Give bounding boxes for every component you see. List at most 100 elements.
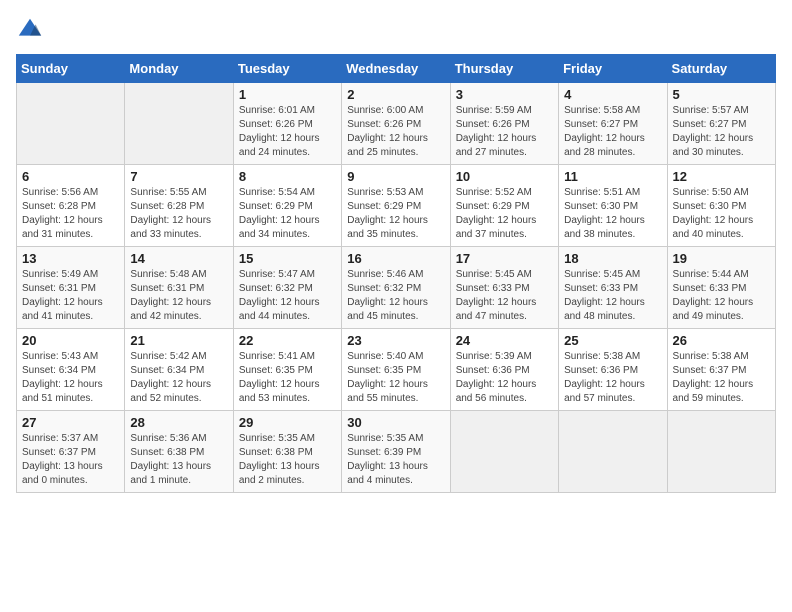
calendar-cell: 13 Sunrise: 5:49 AMSunset: 6:31 PMDayligh… <box>17 247 125 329</box>
calendar-cell: 29 Sunrise: 5:35 AMSunset: 6:38 PMDayligh… <box>233 411 341 493</box>
cell-info: Sunrise: 5:44 AMSunset: 6:33 PMDaylight:… <box>673 268 770 324</box>
cell-info: Sunrise: 5:35 AMSunset: 6:38 PMDaylight:… <box>239 432 336 488</box>
calendar-week-row: 20 Sunrise: 5:43 AMSunset: 6:34 PMDayligh… <box>17 329 776 411</box>
calendar-cell: 27 Sunrise: 5:37 AMSunset: 6:37 PMDayligh… <box>17 411 125 493</box>
day-number: 17 <box>456 251 553 266</box>
cell-info: Sunrise: 5:37 AMSunset: 6:37 PMDaylight:… <box>22 432 119 488</box>
cell-info: Sunrise: 5:38 AMSunset: 6:36 PMDaylight:… <box>564 350 661 406</box>
header-tuesday: Tuesday <box>233 55 341 83</box>
header-friday: Friday <box>559 55 667 83</box>
cell-info: Sunrise: 5:59 AMSunset: 6:26 PMDaylight:… <box>456 104 553 160</box>
day-number: 30 <box>347 415 444 430</box>
cell-info: Sunrise: 5:42 AMSunset: 6:34 PMDaylight:… <box>130 350 227 406</box>
cell-info: Sunrise: 5:49 AMSunset: 6:31 PMDaylight:… <box>22 268 119 324</box>
calendar-cell <box>667 411 775 493</box>
calendar-cell: 5Sunrise: 5:57 AMSunset: 6:27 PMDaylight… <box>667 83 775 165</box>
calendar-cell: 22 Sunrise: 5:41 AMSunset: 6:35 PMDayligh… <box>233 329 341 411</box>
cell-info: Sunrise: 5:52 AMSunset: 6:29 PMDaylight:… <box>456 186 553 242</box>
calendar-cell: 11 Sunrise: 5:51 AMSunset: 6:30 PMDayligh… <box>559 165 667 247</box>
cell-info: Sunrise: 5:47 AMSunset: 6:32 PMDaylight:… <box>239 268 336 324</box>
cell-info: Sunrise: 5:53 AMSunset: 6:29 PMDaylight:… <box>347 186 444 242</box>
calendar-week-row: 27 Sunrise: 5:37 AMSunset: 6:37 PMDayligh… <box>17 411 776 493</box>
day-number: 5 <box>673 87 770 102</box>
calendar-cell: 10 Sunrise: 5:52 AMSunset: 6:29 PMDayligh… <box>450 165 558 247</box>
day-number: 13 <box>22 251 119 266</box>
calendar-cell: 8 Sunrise: 5:54 AMSunset: 6:29 PMDaylight… <box>233 165 341 247</box>
cell-info: Sunrise: 5:39 AMSunset: 6:36 PMDaylight:… <box>456 350 553 406</box>
header-sunday: Sunday <box>17 55 125 83</box>
day-number: 7 <box>130 169 227 184</box>
calendar-cell: 26 Sunrise: 5:38 AMSunset: 6:37 PMDayligh… <box>667 329 775 411</box>
cell-info: Sunrise: 6:01 AMSunset: 6:26 PMDaylight:… <box>239 104 336 160</box>
calendar-table: SundayMondayTuesdayWednesdayThursdayFrid… <box>16 54 776 493</box>
day-number: 15 <box>239 251 336 266</box>
calendar-cell: 25 Sunrise: 5:38 AMSunset: 6:36 PMDayligh… <box>559 329 667 411</box>
cell-info: Sunrise: 5:58 AMSunset: 6:27 PMDaylight:… <box>564 104 661 160</box>
calendar-cell <box>17 83 125 165</box>
day-number: 16 <box>347 251 444 266</box>
day-number: 18 <box>564 251 661 266</box>
day-number: 3 <box>456 87 553 102</box>
cell-info: Sunrise: 5:46 AMSunset: 6:32 PMDaylight:… <box>347 268 444 324</box>
calendar-cell: 23 Sunrise: 5:40 AMSunset: 6:35 PMDayligh… <box>342 329 450 411</box>
day-number: 9 <box>347 169 444 184</box>
day-number: 20 <box>22 333 119 348</box>
day-number: 10 <box>456 169 553 184</box>
day-number: 25 <box>564 333 661 348</box>
page-header <box>16 16 776 44</box>
calendar-cell: 4Sunrise: 5:58 AMSunset: 6:27 PMDaylight… <box>559 83 667 165</box>
calendar-cell: 15 Sunrise: 5:47 AMSunset: 6:32 PMDayligh… <box>233 247 341 329</box>
calendar-week-row: 6 Sunrise: 5:56 AMSunset: 6:28 PMDaylight… <box>17 165 776 247</box>
cell-info: Sunrise: 5:41 AMSunset: 6:35 PMDaylight:… <box>239 350 336 406</box>
calendar-cell: 9 Sunrise: 5:53 AMSunset: 6:29 PMDaylight… <box>342 165 450 247</box>
calendar-week-row: 13 Sunrise: 5:49 AMSunset: 6:31 PMDayligh… <box>17 247 776 329</box>
day-number: 28 <box>130 415 227 430</box>
calendar-cell: 30Sunrise: 5:35 AMSunset: 6:39 PMDayligh… <box>342 411 450 493</box>
day-number: 24 <box>456 333 553 348</box>
calendar-cell <box>125 83 233 165</box>
cell-info: Sunrise: 5:40 AMSunset: 6:35 PMDaylight:… <box>347 350 444 406</box>
calendar-cell: 2Sunrise: 6:00 AMSunset: 6:26 PMDaylight… <box>342 83 450 165</box>
calendar-cell: 21 Sunrise: 5:42 AMSunset: 6:34 PMDayligh… <box>125 329 233 411</box>
day-number: 2 <box>347 87 444 102</box>
logo <box>16 16 48 44</box>
calendar-header-row: SundayMondayTuesdayWednesdayThursdayFrid… <box>17 55 776 83</box>
calendar-cell: 18 Sunrise: 5:45 AMSunset: 6:33 PMDayligh… <box>559 247 667 329</box>
day-number: 1 <box>239 87 336 102</box>
calendar-week-row: 1 Sunrise: 6:01 AMSunset: 6:26 PMDaylight… <box>17 83 776 165</box>
calendar-cell: 20 Sunrise: 5:43 AMSunset: 6:34 PMDayligh… <box>17 329 125 411</box>
calendar-cell <box>450 411 558 493</box>
cell-info: Sunrise: 5:56 AMSunset: 6:28 PMDaylight:… <box>22 186 119 242</box>
cell-info: Sunrise: 5:38 AMSunset: 6:37 PMDaylight:… <box>673 350 770 406</box>
calendar-cell: 12Sunrise: 5:50 AMSunset: 6:30 PMDayligh… <box>667 165 775 247</box>
cell-info: Sunrise: 5:50 AMSunset: 6:30 PMDaylight:… <box>673 186 770 242</box>
logo-icon <box>16 16 44 44</box>
cell-info: Sunrise: 5:45 AMSunset: 6:33 PMDaylight:… <box>564 268 661 324</box>
day-number: 6 <box>22 169 119 184</box>
day-number: 8 <box>239 169 336 184</box>
calendar-cell <box>559 411 667 493</box>
header-saturday: Saturday <box>667 55 775 83</box>
day-number: 29 <box>239 415 336 430</box>
calendar-cell: 14 Sunrise: 5:48 AMSunset: 6:31 PMDayligh… <box>125 247 233 329</box>
cell-info: Sunrise: 5:51 AMSunset: 6:30 PMDaylight:… <box>564 186 661 242</box>
cell-info: Sunrise: 5:48 AMSunset: 6:31 PMDaylight:… <box>130 268 227 324</box>
calendar-cell: 6 Sunrise: 5:56 AMSunset: 6:28 PMDaylight… <box>17 165 125 247</box>
day-number: 21 <box>130 333 227 348</box>
cell-info: Sunrise: 5:43 AMSunset: 6:34 PMDaylight:… <box>22 350 119 406</box>
day-number: 14 <box>130 251 227 266</box>
day-number: 22 <box>239 333 336 348</box>
header-monday: Monday <box>125 55 233 83</box>
cell-info: Sunrise: 5:45 AMSunset: 6:33 PMDaylight:… <box>456 268 553 324</box>
calendar-cell: 24 Sunrise: 5:39 AMSunset: 6:36 PMDayligh… <box>450 329 558 411</box>
header-wednesday: Wednesday <box>342 55 450 83</box>
day-number: 11 <box>564 169 661 184</box>
calendar-cell: 7Sunrise: 5:55 AMSunset: 6:28 PMDaylight… <box>125 165 233 247</box>
day-number: 23 <box>347 333 444 348</box>
day-number: 26 <box>673 333 770 348</box>
day-number: 27 <box>22 415 119 430</box>
cell-info: Sunrise: 5:36 AMSunset: 6:38 PMDaylight:… <box>130 432 227 488</box>
calendar-cell: 28 Sunrise: 5:36 AMSunset: 6:38 PMDayligh… <box>125 411 233 493</box>
cell-info: Sunrise: 5:54 AMSunset: 6:29 PMDaylight:… <box>239 186 336 242</box>
calendar-cell: 17 Sunrise: 5:45 AMSunset: 6:33 PMDayligh… <box>450 247 558 329</box>
